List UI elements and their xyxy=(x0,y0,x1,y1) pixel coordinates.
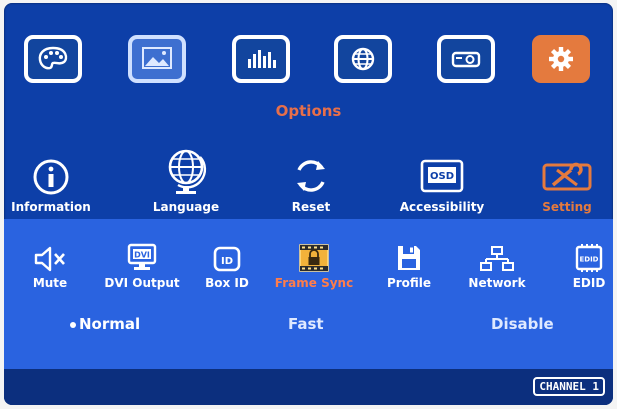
tile-options[interactable] xyxy=(532,35,590,83)
selected-bullet-icon xyxy=(70,321,76,328)
info-icon xyxy=(33,159,69,195)
submenu-item-dvi-output[interactable]: DVI DVI Output xyxy=(99,241,185,290)
submenu-item-label: Profile xyxy=(386,276,432,290)
tile-projector[interactable] xyxy=(437,35,495,83)
globe-icon xyxy=(168,149,207,194)
option-normal[interactable]: Normal xyxy=(70,315,140,333)
menu-item-label: Accessibility xyxy=(399,200,485,214)
submenu-item-edid[interactable]: EDID EDID xyxy=(546,241,613,290)
profile-icon xyxy=(398,246,420,270)
network-icon xyxy=(480,246,514,271)
submenu-item-label: DVI Output xyxy=(104,276,180,290)
menu-item-reset[interactable]: Reset xyxy=(256,142,366,214)
box-id-icon-text: ID xyxy=(221,256,233,267)
submenu-item-label: EDID xyxy=(572,276,606,290)
menu-item-setting[interactable]: Setting xyxy=(512,142,613,214)
edid-icon-text: EDID xyxy=(579,256,598,264)
menu-item-label: Setting xyxy=(542,200,592,214)
submenu-item-label: Mute xyxy=(32,276,68,290)
picture-icon xyxy=(142,47,172,69)
tools-icon xyxy=(542,162,592,191)
tile-globe[interactable] xyxy=(334,35,392,83)
tile-picture[interactable] xyxy=(128,35,186,83)
submenu-item-mute[interactable]: Mute xyxy=(7,241,93,290)
submenu-item-profile[interactable]: Profile xyxy=(366,241,452,290)
submenu-item-frame-sync[interactable]: Frame Sync xyxy=(271,241,357,290)
osd-icon-text: OSD xyxy=(430,171,454,182)
submenu-item-network[interactable]: Network xyxy=(454,241,540,290)
frame-sync-icon xyxy=(299,244,329,272)
tile-color[interactable] xyxy=(24,35,82,83)
mute-icon xyxy=(34,246,65,272)
top-category-bar xyxy=(4,3,613,103)
projector-icon xyxy=(451,51,481,68)
submenu-item-box-id[interactable]: ID Box ID xyxy=(184,241,270,290)
color-palette-icon xyxy=(38,46,68,70)
menu-item-accessibility[interactable]: OSD Accessibility xyxy=(387,142,497,214)
edid-icon: EDID xyxy=(575,244,603,272)
box-id-icon: ID xyxy=(213,246,241,272)
section-title: Options xyxy=(275,102,342,120)
dvi-icon-text: DVI xyxy=(134,251,150,260)
osd-icon: OSD xyxy=(420,159,464,193)
option-fast[interactable]: Fast xyxy=(288,315,324,333)
menu-item-language[interactable]: Language xyxy=(131,142,241,214)
option-label: Disable xyxy=(491,315,554,333)
globe-window-icon xyxy=(351,47,375,71)
submenu-item-label: Box ID xyxy=(205,276,249,290)
menu-item-information[interactable]: Information xyxy=(4,142,106,214)
menu-item-label: Information xyxy=(11,200,91,214)
option-disable[interactable]: Disable xyxy=(491,315,554,333)
submenu-item-label: Frame Sync xyxy=(274,276,354,290)
status-bar: CHANNEL 1 xyxy=(4,369,613,405)
tile-audio[interactable] xyxy=(232,35,290,83)
menu-item-label: Language xyxy=(152,200,220,214)
reset-icon xyxy=(297,160,325,192)
submenu-item-label: Network xyxy=(468,276,526,290)
dvi-output-icon: DVI xyxy=(127,243,157,270)
option-label: Normal xyxy=(79,315,141,333)
option-label: Fast xyxy=(288,315,324,333)
osd-menu: Options Information Language Reset OSD A… xyxy=(4,3,613,405)
menu-item-label: Reset xyxy=(291,200,331,214)
gear-icon xyxy=(549,47,573,71)
channel-badge: CHANNEL 1 xyxy=(533,377,605,396)
equalizer-icon xyxy=(248,50,276,68)
